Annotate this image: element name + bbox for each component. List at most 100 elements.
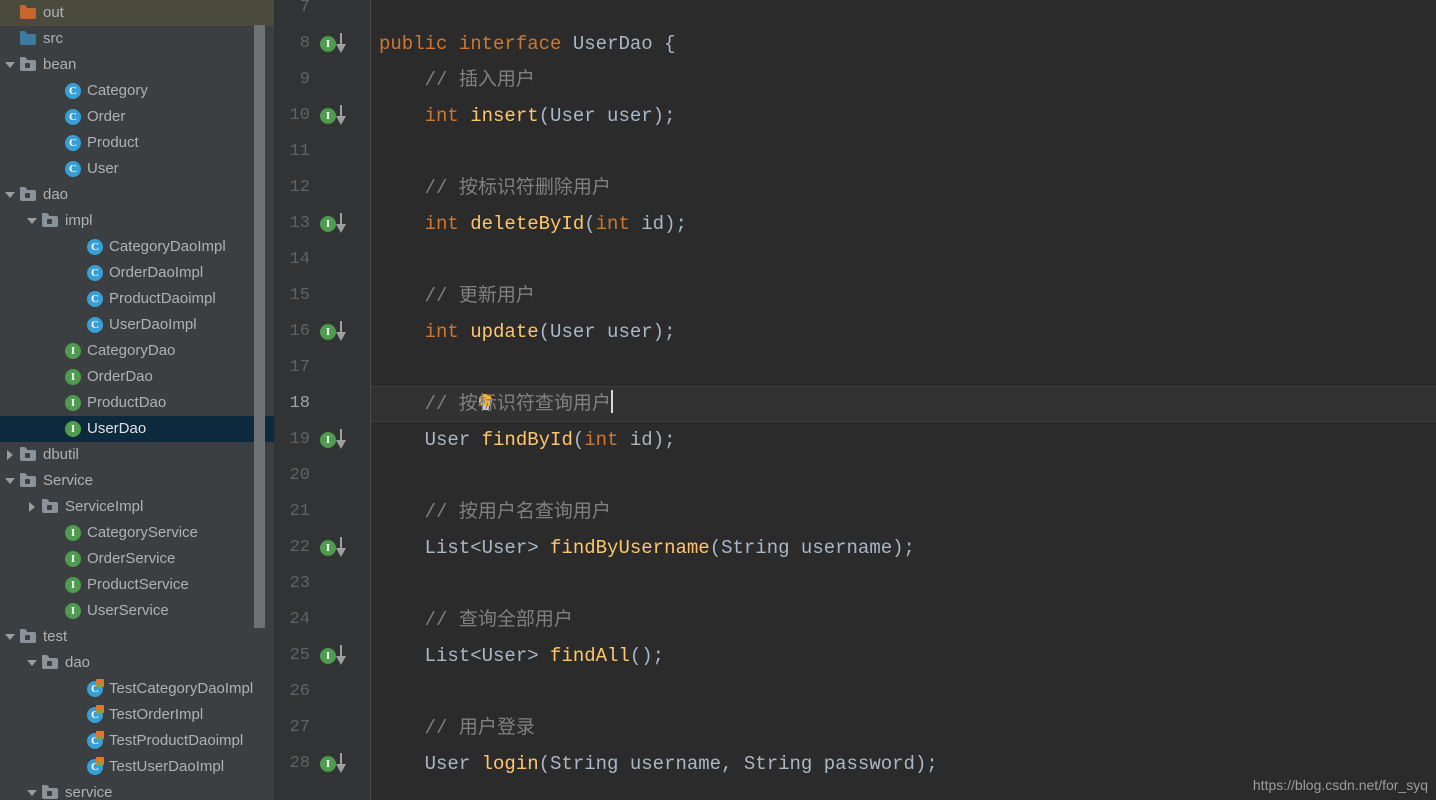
tree-item-orderdaoimpl[interactable]: C OrderDaoImpl	[0, 260, 275, 286]
tree-item-categorydaoimpl[interactable]: C CategoryDaoImpl	[0, 234, 275, 260]
line-number: 11	[289, 142, 310, 161]
code-token: {	[652, 33, 676, 55]
tree-item-out[interactable]: out	[0, 0, 275, 26]
code-line[interactable]: int insert(User user);	[371, 98, 676, 134]
code-token: // 更新用户	[379, 285, 535, 307]
code-token: user	[595, 321, 653, 343]
implemented-by-gutter-icon[interactable]: I	[320, 530, 356, 566]
tree-item-testproductdaoimpl[interactable]: C TestProductDaoimpl	[0, 728, 275, 754]
tree-item-product[interactable]: C Product	[0, 130, 275, 156]
code-line[interactable]	[371, 350, 379, 386]
code-line[interactable]: // 查询全部用户	[371, 602, 573, 638]
implemented-by-gutter-icon[interactable]: I	[320, 98, 356, 134]
twisty-spacer	[46, 156, 63, 182]
code-token: int	[424, 105, 471, 127]
implemented-by-gutter-icon[interactable]: I	[320, 314, 356, 350]
tree-item-dbutil[interactable]: dbutil	[0, 442, 275, 468]
editor-gutter[interactable]: 7 8 I 9 10 I 11 12 13 I 14 15 16 I 17 18 19 I 20 21 22 I 23 24 2…	[275, 0, 370, 800]
code-line[interactable]: // 按用户名查询用户	[371, 494, 611, 530]
tree-item-dao[interactable]: dao	[0, 650, 275, 676]
twisty-spacer	[2, 0, 19, 26]
code-line[interactable]	[371, 458, 379, 494]
code-line[interactable]	[371, 242, 379, 278]
code-line[interactable]: // 按标识符删除用户	[371, 170, 611, 206]
arrow-down-icon	[335, 753, 349, 775]
chevron-down-icon[interactable]	[2, 182, 19, 208]
tree-item-orderdao[interactable]: I OrderDao	[0, 364, 275, 390]
tree-item-productdaoimpl[interactable]: C ProductDaoimpl	[0, 286, 275, 312]
tree-item-service[interactable]: Service	[0, 468, 275, 494]
implemented-by-gutter-icon[interactable]: I	[320, 638, 356, 674]
chevron-down-icon[interactable]	[2, 52, 19, 78]
chevron-down-icon[interactable]	[2, 624, 19, 650]
code-token: String	[721, 537, 790, 559]
tree-item-serviceimpl[interactable]: ServiceImpl	[0, 494, 275, 520]
tree-item-categorydao[interactable]: I CategoryDao	[0, 338, 275, 364]
interface-marker-icon: I	[320, 432, 336, 448]
chevron-down-icon[interactable]	[24, 208, 41, 234]
code-line[interactable]: int deleteById(int id);	[371, 206, 687, 242]
chevron-down-icon[interactable]	[24, 780, 41, 800]
tree-item-testorderimpl[interactable]: C TestOrderImpl	[0, 702, 275, 728]
code-line[interactable]: // 更新用户	[371, 278, 535, 314]
code-line[interactable]	[371, 134, 379, 170]
code-line[interactable]	[371, 674, 379, 710]
code-token: User	[424, 429, 471, 451]
implemented-by-gutter-icon[interactable]: I	[320, 422, 356, 458]
tree-item-testuserdaoimpl[interactable]: C TestUserDaoImpl	[0, 754, 275, 780]
tree-item-bean[interactable]: bean	[0, 52, 275, 78]
code-line[interactable]: public interface UserDao {	[371, 26, 676, 62]
twisty-spacer	[68, 234, 85, 260]
code-line[interactable]: // 用户登录	[371, 710, 535, 746]
tree-item-userdaoimpl[interactable]: C UserDaoImpl	[0, 312, 275, 338]
line-number: 13	[289, 214, 310, 233]
tree-item-dao[interactable]: dao	[0, 182, 275, 208]
code-line[interactable]	[371, 566, 379, 602]
code-line[interactable]: List<User> findAll();	[371, 638, 664, 674]
tree-item-label: OrderDaoImpl	[109, 264, 204, 281]
tree-item-order[interactable]: C Order	[0, 104, 275, 130]
chevron-right-icon[interactable]	[24, 494, 41, 520]
tree-item-label: ServiceImpl	[65, 498, 144, 515]
code-line[interactable]: // 插入用户	[371, 62, 535, 98]
package-folder-icon	[19, 624, 39, 650]
tree-item-productservice[interactable]: I ProductService	[0, 572, 275, 598]
tree-item-productdao[interactable]: I ProductDao	[0, 390, 275, 416]
implemented-by-gutter-icon[interactable]: I	[320, 206, 356, 242]
chevron-right-icon[interactable]	[2, 442, 19, 468]
code-line[interactable]: List<User> findByUsername(String usernam…	[371, 530, 915, 566]
implemented-by-gutter-icon[interactable]: I	[320, 26, 356, 62]
code-token: update	[470, 321, 539, 343]
chevron-down-icon[interactable]	[24, 650, 41, 676]
project-tree-scrollbar[interactable]	[254, 25, 265, 628]
tree-item-src[interactable]: src	[0, 26, 275, 52]
tree-item-userdao[interactable]: I UserDao	[0, 416, 275, 442]
code-line[interactable]	[371, 0, 379, 26]
tree-item-userservice[interactable]: I UserService	[0, 598, 275, 624]
tree-item-testcategorydaoimpl[interactable]: C TestCategoryDaoImpl	[0, 676, 275, 702]
chevron-down-icon[interactable]	[2, 468, 19, 494]
line-number: 27	[289, 718, 310, 737]
code-line[interactable]: int update(User user);	[371, 314, 676, 350]
ide-window: out src bean C Category C Order C Product C User da…	[0, 0, 1436, 800]
code-line[interactable]: User login(String username, String passw…	[371, 746, 938, 782]
tree-item-category[interactable]: C Category	[0, 78, 275, 104]
code-editor[interactable]: 7 8 I 9 10 I 11 12 13 I 14 15 16 I 17 18 19 I 20 21 22 I 23 24 2…	[275, 0, 1436, 800]
tree-item-service[interactable]: service	[0, 780, 275, 800]
tree-item-orderservice[interactable]: I OrderService	[0, 546, 275, 572]
code-token: (	[538, 321, 551, 343]
tree-item-impl[interactable]: impl	[0, 208, 275, 234]
tree-item-test[interactable]: test	[0, 624, 275, 650]
tree-item-label: impl	[65, 212, 93, 229]
code-line[interactable]: // 按标识符查询用户	[371, 386, 613, 422]
code-text-area[interactable]: public interface UserDao { // 插入用户 int i…	[371, 0, 1436, 800]
implemented-by-gutter-icon[interactable]: I	[320, 746, 356, 782]
tree-item-categoryservice[interactable]: I CategoryService	[0, 520, 275, 546]
twisty-spacer	[46, 390, 63, 416]
java-class-icon: C	[85, 312, 105, 338]
tree-item-user[interactable]: C User	[0, 156, 275, 182]
code-line[interactable]: User findById(int id);	[371, 422, 676, 458]
